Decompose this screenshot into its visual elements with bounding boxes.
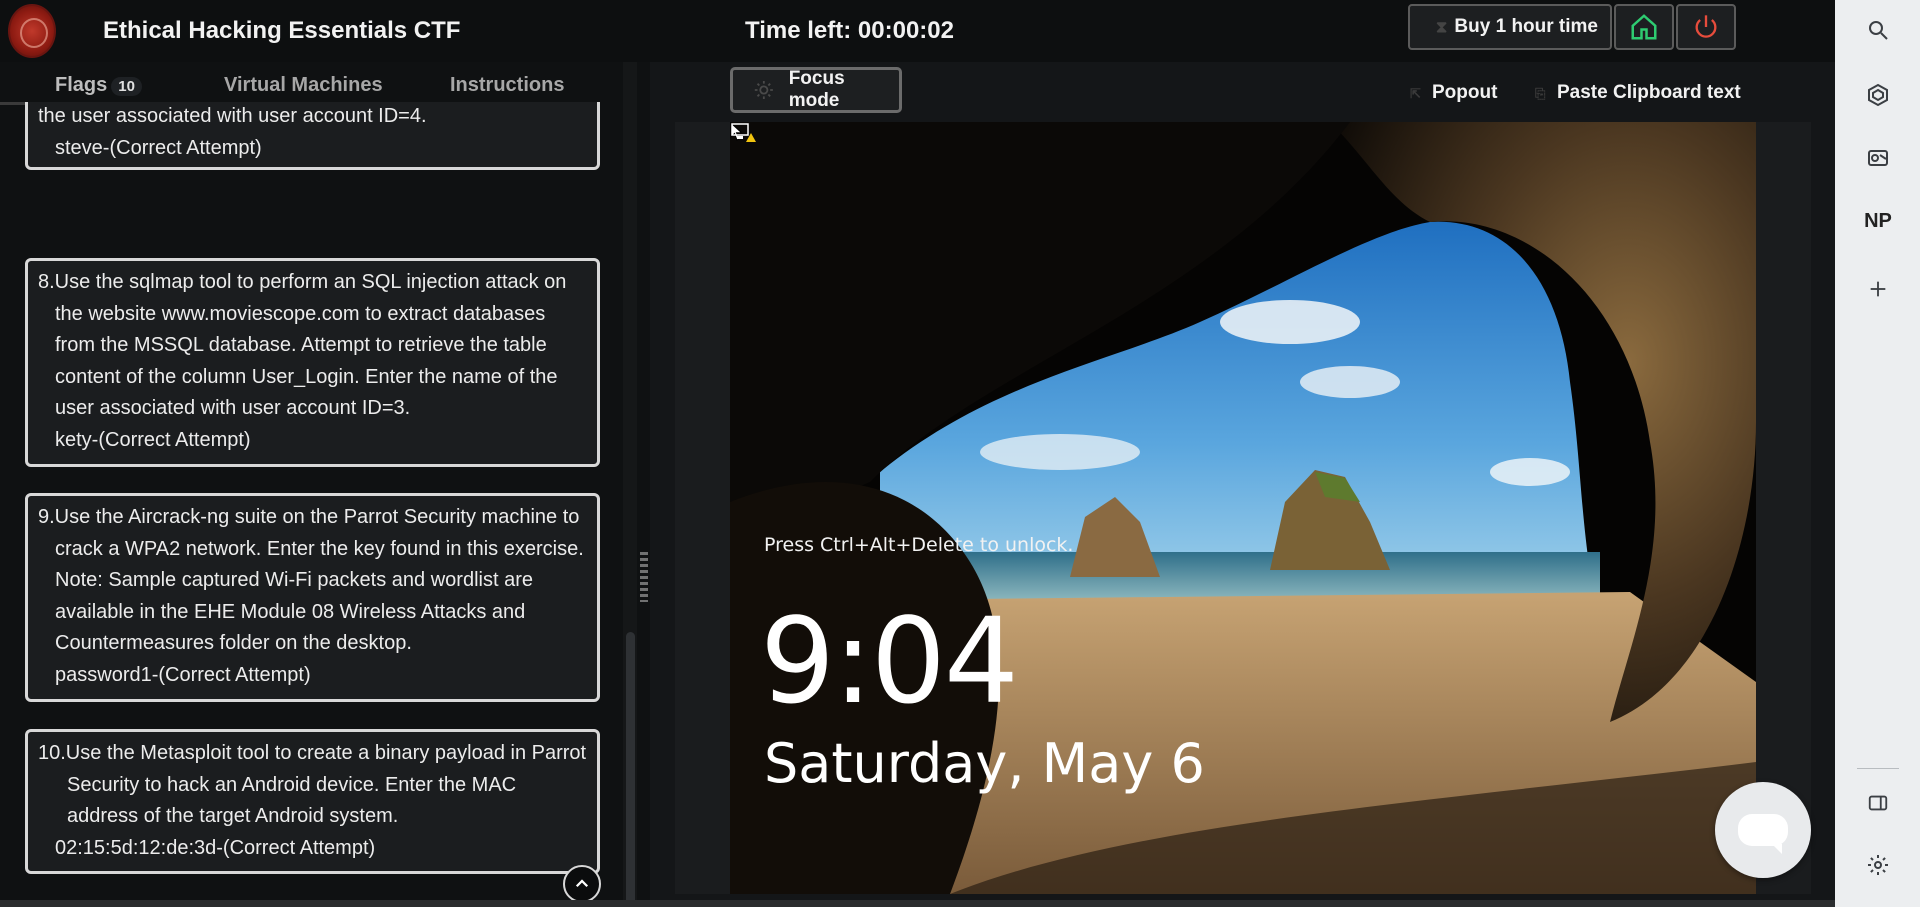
question-card[interactable]: 8.Use the sqlmap tool to perform an SQL … xyxy=(25,258,600,467)
tab-flags[interactable]: Flags 10 xyxy=(55,74,142,97)
network-warning-icon xyxy=(731,123,756,142)
paste-clipboard-label: Paste Clipboard text xyxy=(1557,82,1741,103)
hourglass-icon: ⧗ xyxy=(1436,19,1448,36)
question-card[interactable]: 10.Use the Metasploit tool to create a b… xyxy=(25,729,600,874)
browser-sidebar: NP xyxy=(1835,0,1920,907)
question-text: 10.Use the Metasploit tool to create a b… xyxy=(38,742,587,827)
question-text: 9.Use the Aircrack-ng suite on the Parro… xyxy=(38,506,584,654)
home-button[interactable] xyxy=(1614,4,1674,50)
sun-icon xyxy=(754,80,773,100)
question-answer: password1-(Correct Attempt) xyxy=(55,663,311,686)
question-answer: kety-(Correct Attempt) xyxy=(55,428,251,451)
panel-tabs: Flags 10 Virtual Machines Instructions xyxy=(0,62,620,106)
flags-panel: Flags 10 Virtual Machines Instructions th… xyxy=(0,62,650,907)
top-bar: Ethical Hacking Essentials CTF Time left… xyxy=(0,0,1835,62)
sidebar-divider xyxy=(1857,768,1899,769)
flags-count-badge: 10 xyxy=(111,77,142,96)
question-card[interactable]: 9.Use the Aircrack-ng suite on the Parro… xyxy=(25,493,600,702)
tab-instructions[interactable]: Instructions xyxy=(450,74,564,97)
question-answer: 02:15:5d:12:de:3d-(Correct Attempt) xyxy=(55,836,376,859)
copilot-icon[interactable] xyxy=(1863,80,1893,110)
vm-console-area: Focus mode ⇱ Popout ⎘ Paste Clipboard te… xyxy=(650,62,1835,907)
search-icon[interactable] xyxy=(1863,15,1893,45)
clipboard-icon: ⎘ xyxy=(1535,86,1546,101)
np-icon[interactable]: NP xyxy=(1863,206,1893,236)
power-button[interactable] xyxy=(1676,4,1736,50)
question-card[interactable]: the user associated with user account ID… xyxy=(25,102,600,170)
power-icon xyxy=(1695,15,1717,38)
panel-scrollbar[interactable] xyxy=(623,62,637,907)
settings-icon[interactable] xyxy=(1863,850,1893,880)
paste-clipboard-button[interactable]: ⎘ Paste Clipboard text xyxy=(1535,82,1741,104)
buy-time-label: Buy 1 hour time xyxy=(1454,16,1598,37)
vm-screen[interactable]: Press Ctrl+Alt+Delete to unlock. 9:04 Sa… xyxy=(730,122,1756,894)
focus-mode-label: Focus mode xyxy=(788,68,845,111)
popout-label: Popout xyxy=(1432,82,1498,103)
scroll-to-top-button[interactable] xyxy=(563,865,601,903)
home-icon xyxy=(1631,14,1657,40)
popout-icon: ⇱ xyxy=(1410,86,1421,101)
app-root: Ethical Hacking Essentials CTF Time left… xyxy=(0,0,1920,907)
tab-flags-label: Flags xyxy=(55,74,108,96)
scrollbar-thumb[interactable] xyxy=(626,632,635,907)
chevron-up-icon xyxy=(575,879,589,888)
popout-button[interactable]: ⇱ Popout xyxy=(1410,82,1497,104)
bottom-strip xyxy=(0,900,1835,907)
tab-virtual-machines[interactable]: Virtual Machines xyxy=(224,74,383,97)
outlook-icon[interactable] xyxy=(1863,143,1893,173)
panel-resize-handle[interactable] xyxy=(640,552,648,602)
sidebar-toggle-icon[interactable] xyxy=(1863,788,1893,818)
ctf-logo-icon xyxy=(8,4,56,58)
focus-mode-button[interactable]: Focus mode xyxy=(730,67,902,113)
lockscreen-time: 9:04 xyxy=(760,592,1019,730)
app-title: Ethical Hacking Essentials CTF xyxy=(103,17,461,44)
question-list: the user associated with user account ID… xyxy=(25,102,600,907)
question-text: the user associated with user account ID… xyxy=(38,105,427,127)
add-icon[interactable] xyxy=(1863,274,1893,304)
lockscreen-date: Saturday, May 6 xyxy=(764,732,1205,795)
buy-time-button[interactable]: ⧗ Buy 1 hour time xyxy=(1408,4,1612,50)
chat-support-button[interactable] xyxy=(1715,782,1811,878)
question-text: 8.Use the sqlmap tool to perform an SQL … xyxy=(38,271,567,419)
vm-frame: Press Ctrl+Alt+Delete to unlock. 9:04 Sa… xyxy=(675,122,1811,894)
chat-bubble-icon xyxy=(1738,814,1788,854)
lockscreen-hint: Press Ctrl+Alt+Delete to unlock. xyxy=(764,534,1074,556)
np-label: NP xyxy=(1864,209,1892,232)
question-answer: steve-(Correct Attempt) xyxy=(55,136,262,159)
time-left: Time left: 00:00:02 xyxy=(745,17,954,44)
